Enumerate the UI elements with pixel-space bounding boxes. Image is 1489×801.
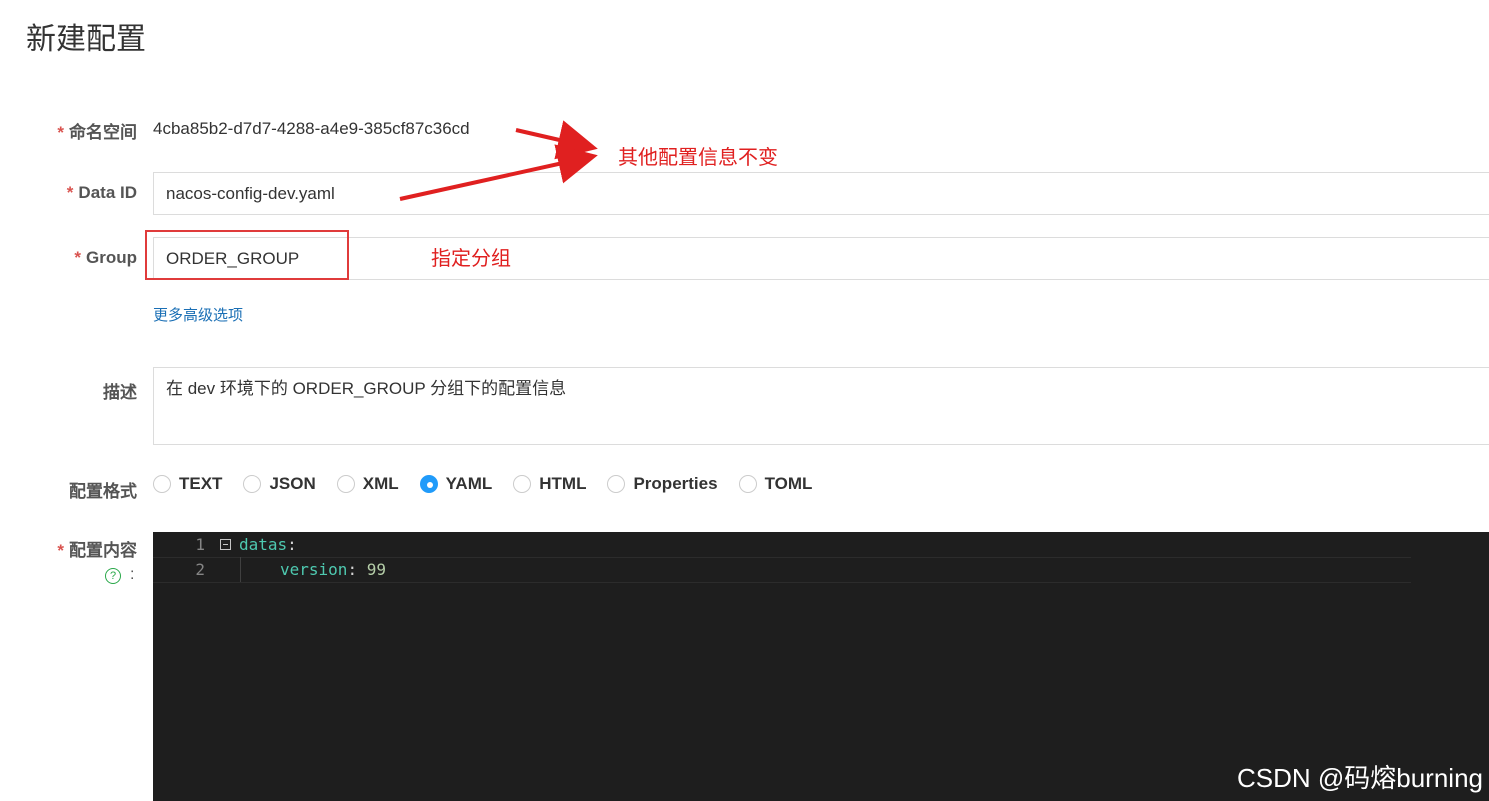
format-radio-group: TEXT JSON XML YAML HTML Properties TOML — [153, 474, 833, 494]
radio-icon — [153, 475, 171, 493]
yaml-key: datas — [239, 535, 288, 554]
annotation-group-hint: 指定分组 — [431, 248, 511, 270]
format-option-properties[interactable]: Properties — [607, 474, 718, 494]
format-option-label: YAML — [445, 474, 493, 493]
description-textarea[interactable]: 在 dev 环境下的 ORDER_GROUP 分组下的配置信息 — [153, 367, 1489, 445]
group-input[interactable]: ORDER_GROUP — [153, 237, 1489, 280]
fold-toggle-icon[interactable] — [220, 539, 231, 550]
data-id-label-text: Data ID — [78, 183, 137, 202]
radio-icon — [607, 475, 626, 493]
required-mark: * — [57, 123, 64, 142]
yaml-value: 99 — [366, 560, 386, 579]
group-label-text: Group — [86, 248, 137, 267]
format-option-label: TEXT — [179, 474, 223, 493]
help-icon[interactable]: ? — [105, 568, 121, 584]
format-label: 配置格式 — [69, 482, 137, 501]
data-id-input[interactable]: nacos-config-dev.yaml — [153, 172, 1489, 215]
format-option-label: TOML — [764, 474, 813, 493]
required-mark: * — [57, 541, 64, 560]
radio-icon — [738, 475, 757, 493]
namespace-label: * 命名空间 — [57, 118, 137, 143]
arrow-to-namespace — [515, 120, 598, 160]
line-number: 1 — [195, 535, 205, 554]
format-option-label: HTML — [539, 474, 587, 493]
format-option-xml[interactable]: XML — [336, 474, 399, 494]
code-line: 2 version: 99 — [153, 557, 1411, 583]
advanced-options-link[interactable]: 更多高级选项 — [153, 304, 243, 325]
content-label: * 配置内容 — [57, 536, 137, 561]
help-colon: : — [130, 566, 135, 583]
yaml-key: version — [280, 560, 348, 579]
yaml-separator: : — [287, 535, 297, 554]
indent-guide — [240, 557, 241, 582]
format-option-html[interactable]: HTML — [513, 474, 586, 494]
yaml-separator: : — [347, 560, 367, 579]
format-option-label: XML — [362, 474, 399, 493]
content-label-text: 配置内容 — [69, 541, 137, 560]
format-option-label: JSON — [269, 474, 316, 493]
format-option-yaml[interactable]: YAML — [419, 474, 493, 494]
radio-icon — [243, 475, 262, 493]
data-id-label: * Data ID — [67, 183, 137, 203]
description-label: 描述 — [103, 383, 137, 402]
radio-icon — [336, 475, 355, 493]
group-highlight-box — [145, 230, 349, 280]
format-option-json[interactable]: JSON — [243, 474, 316, 494]
required-mark: * — [74, 248, 81, 267]
namespace-value: 4cba85b2-d7d7-4288-a4e9-385cf87c36cd — [153, 119, 470, 138]
format-option-toml[interactable]: TOML — [738, 474, 813, 494]
annotation-other-info: 其他配置信息不变 — [618, 147, 778, 169]
page-title: 新建配置 — [26, 23, 146, 56]
format-option-label: Properties — [633, 474, 718, 493]
radio-checked-icon — [419, 475, 438, 493]
format-option-text[interactable]: TEXT — [153, 474, 222, 494]
line-number: 2 — [195, 560, 205, 579]
group-label: * Group — [74, 248, 137, 268]
watermark: CSDN @码熔burning — [1236, 763, 1483, 793]
radio-icon — [513, 475, 532, 493]
code-line: 1 datas: — [153, 532, 1411, 558]
required-mark: * — [66, 183, 74, 202]
namespace-label-text: 命名空间 — [69, 123, 137, 142]
